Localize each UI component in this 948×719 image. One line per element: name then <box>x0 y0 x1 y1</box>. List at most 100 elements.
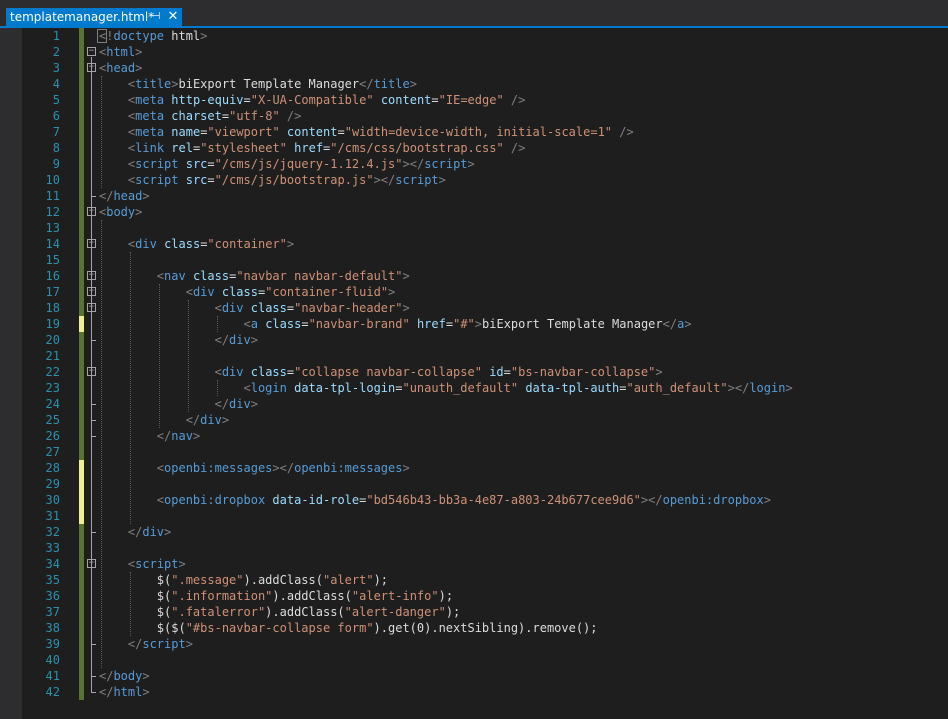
code-line[interactable]: 32 </div> <box>0 524 948 540</box>
code-line[interactable]: 13 <box>0 220 948 236</box>
code-token: > <box>221 413 230 427</box>
code-line[interactable]: 37 $(".fatalerror").addClass("alert-dang… <box>0 604 948 620</box>
code-token: > <box>402 269 410 283</box>
saved-change-marker <box>79 220 84 236</box>
tab-title[interactable]: templatemanager.html* <box>10 10 154 24</box>
code-line[interactable]: 8 <link rel="stylesheet" href="/cms/css/… <box>0 140 948 156</box>
code-line[interactable]: 16− <nav class="navbar navbar-default"> <box>0 268 948 284</box>
code-token: "navbar navbar-default" <box>236 269 403 283</box>
code-token: > <box>142 189 150 203</box>
code-text: <body> <box>99 204 142 220</box>
code-token: "alert" <box>322 573 374 587</box>
code-line[interactable]: 11 </head> <box>0 188 948 204</box>
code-line[interactable]: 12−<body> <box>0 204 948 220</box>
collapse-icon[interactable]: − <box>87 47 96 56</box>
code-line[interactable]: 27 <box>0 444 948 460</box>
code-token: = <box>503 365 511 379</box>
code-token: </ <box>214 333 230 347</box>
code-line[interactable]: 2 − <html> <box>0 44 948 60</box>
code-text: $(".fatalerror").addClass("alert-danger"… <box>99 604 460 620</box>
code-token: "/cms/css/bootstrap.css" <box>330 141 504 155</box>
code-text: <div class="container-fluid"> <box>99 284 396 300</box>
code-line[interactable]: 17− <div class="container-fluid"> <box>0 284 948 300</box>
code-line[interactable]: 4 <title>biExport Template Manager</titl… <box>0 76 948 92</box>
code-line[interactable]: 42 </html> <box>0 684 948 700</box>
code-token: html <box>106 45 136 59</box>
code-token: doctype <box>113 29 165 43</box>
code-line[interactable]: 38 $($("#bs-navbar-collapse form").get(0… <box>0 620 948 636</box>
line-number: 34 <box>45 557 60 571</box>
line-number: 6 <box>52 109 60 123</box>
code-token: "viewport" <box>207 125 280 139</box>
code-token: body <box>113 669 143 683</box>
line-number: 35 <box>45 573 60 587</box>
indent-guide <box>187 300 189 412</box>
tab-templatemanager[interactable]: templatemanager.html* ⊣ ✕ <box>6 8 182 26</box>
code-text: <div class="container"> <box>99 236 294 252</box>
line-number: 31 <box>45 509 60 523</box>
code-line[interactable]: 26 </nav> <box>0 428 948 444</box>
code-line[interactable]: 10 <script src="/cms/js/bootstrap.js"></… <box>0 172 948 188</box>
code-line[interactable]: 31 <box>0 508 948 524</box>
unsaved-change-marker <box>79 316 84 332</box>
code-line[interactable]: 3−<head> <box>0 60 948 76</box>
saved-change-marker <box>79 636 84 652</box>
line-number: 21 <box>45 349 60 363</box>
code-line[interactable]: 25 </div> <box>0 412 948 428</box>
code-line[interactable]: 9 <script src="/cms/js/jquery-1.12.4.js"… <box>0 156 948 172</box>
saved-change-marker <box>79 124 84 140</box>
code-line[interactable]: 40 <box>0 652 948 668</box>
code-token: "auth_default" <box>626 381 728 395</box>
code-line[interactable]: 5 <meta http-equiv="X-UA-Compatible" con… <box>0 92 948 108</box>
code-token: "collapse navbar-collapse" <box>294 365 482 379</box>
code-line[interactable]: 20 </div> <box>0 332 948 348</box>
line-number: 27 <box>45 445 60 459</box>
code-text: </div> <box>99 412 229 428</box>
code-token: "alert-danger" <box>344 605 446 619</box>
code-line[interactable]: 21 <box>0 348 948 364</box>
code-line[interactable]: 6 <meta charset="utf-8" /> <box>0 108 948 124</box>
code-line[interactable]: 7 <meta name="viewport" content="width=d… <box>0 124 948 140</box>
pin-icon[interactable]: ⊣ <box>150 8 162 26</box>
code-line[interactable]: 33 <box>0 540 948 556</box>
line-number: 26 <box>45 429 60 443</box>
code-token: charset <box>171 109 222 123</box>
code-token: "IE=edge" <box>438 93 504 107</box>
saved-change-marker <box>79 140 84 156</box>
code-line[interactable]: 36 $(".information").addClass("alert-inf… <box>0 588 948 604</box>
saved-change-marker <box>79 204 84 220</box>
code-line[interactable]: 29 <box>0 476 948 492</box>
code-line[interactable]: 39 </script> <box>0 636 948 652</box>
close-icon[interactable]: ✕ <box>166 8 180 26</box>
code-line[interactable]: 18− <div class="navbar-header"> <box>0 300 948 316</box>
code-line[interactable]: 1 <!doctype html> <box>0 28 948 44</box>
code-line[interactable]: 15 <box>0 252 948 268</box>
code-token: openbi:messages <box>294 461 403 475</box>
code-token: > <box>192 429 201 443</box>
indent-guide <box>101 76 102 188</box>
code-line[interactable]: 30 <openbi:dropbox data-id-role="bd546b4… <box>0 492 948 508</box>
code-line[interactable]: 22− <div class="collapse navbar-collapse… <box>0 364 948 380</box>
code-line[interactable]: 24 </div> <box>0 396 948 412</box>
code-line[interactable]: 35 $(".message").addClass("alert"); <box>0 572 948 588</box>
code-line[interactable]: 23 <login data-tpl-login="unauth_default… <box>0 380 948 396</box>
fold-end-tick <box>91 404 96 405</box>
code-line[interactable]: 34− <script> <box>0 556 948 572</box>
code-line[interactable]: 19 <a class="navbar-brand" href="#">biEx… <box>0 316 948 332</box>
saved-change-marker <box>79 396 84 412</box>
line-number: 20 <box>45 333 60 347</box>
code-token: name <box>171 125 201 139</box>
code-line[interactable]: 28 <openbi:messages></openbi:messages> <box>0 460 948 476</box>
code-line[interactable]: 14− <div class="container"> <box>0 236 948 252</box>
code-token: </ <box>99 685 114 699</box>
code-line[interactable]: 41 </body> <box>0 668 948 684</box>
line-number: 18 <box>45 301 60 315</box>
code-token: = <box>301 317 309 331</box>
